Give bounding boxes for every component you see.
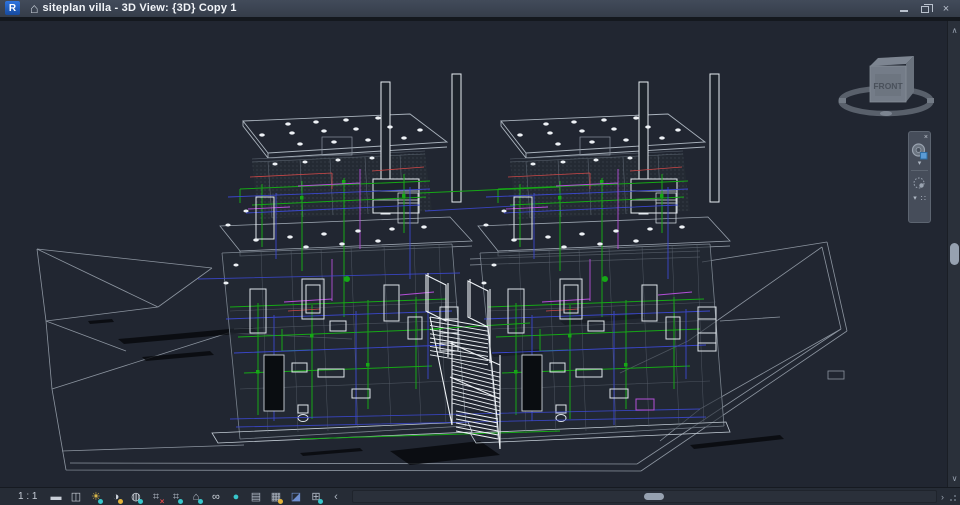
navigation-bar-divider bbox=[911, 170, 928, 171]
crop-view-icon[interactable]: ⌗ × bbox=[147, 489, 165, 505]
steering-wheel-dropdown[interactable]: ▾ bbox=[918, 160, 922, 167]
scroll-up-arrow[interactable]: ∧ bbox=[948, 23, 960, 37]
viewcube-front-label: FRONT bbox=[873, 81, 903, 91]
horizontal-scrollbar-thumb[interactable] bbox=[644, 493, 665, 500]
minimize-icon bbox=[900, 10, 908, 12]
villa-unit-right bbox=[469, 73, 731, 444]
detail-level-icon-glyph: ▬ bbox=[50, 490, 62, 503]
temporary-hide-isolate-icon-glyph: ∞ bbox=[212, 490, 220, 503]
reveal-hidden-elements-icon[interactable]: ● bbox=[227, 489, 244, 505]
zoom-icon bbox=[913, 177, 924, 189]
view-scale-label[interactable]: 1 : 1 bbox=[18, 491, 37, 502]
restore-button[interactable] bbox=[919, 3, 933, 15]
reveal-constraints-icon-accent-dot bbox=[318, 498, 324, 504]
sun-path-icon-accent-dot bbox=[98, 498, 104, 504]
sun-path-icon[interactable]: ☀ bbox=[87, 489, 104, 505]
show-crop-region-icon[interactable]: ⌗ bbox=[167, 489, 184, 505]
navigation-bar-close-icon[interactable]: × bbox=[924, 134, 928, 141]
zoom-dropdown[interactable]: ▾ bbox=[913, 195, 917, 202]
viewcube-right-face[interactable] bbox=[906, 56, 914, 102]
show-crop-region-icon-accent-dot bbox=[178, 498, 184, 504]
show-rendering-dialog-icon[interactable]: ◍ bbox=[127, 489, 144, 505]
main-area: FRONT × ▾ ▾ ∷ ∧ ∨ bbox=[0, 21, 960, 487]
villa-unit-left bbox=[211, 73, 473, 444]
reveal-hidden-elements-icon-glyph: ● bbox=[232, 490, 240, 503]
minimize-button[interactable] bbox=[898, 3, 910, 15]
3d-viewport-canvas[interactable]: FRONT × ▾ ▾ ∷ bbox=[0, 21, 947, 487]
title-bar: R ⌂ siteplan villa - 3D View: {3D} Copy … bbox=[0, 0, 960, 17]
window-controls: × bbox=[898, 3, 956, 15]
steering-wheel-button[interactable] bbox=[910, 141, 929, 161]
navigation-bar[interactable]: × ▾ ▾ ∷ bbox=[908, 131, 931, 223]
scroll-right-arrow[interactable]: › bbox=[941, 492, 944, 502]
wireframe-scene: FRONT bbox=[36, 56, 934, 472]
temporary-view-properties-icon-glyph: ▤ bbox=[250, 490, 262, 503]
displacement-sets-icon[interactable]: ◪ bbox=[287, 489, 304, 505]
app-button-icon[interactable]: R bbox=[5, 1, 20, 15]
unlocked-3d-view-icon[interactable]: ⌂ bbox=[187, 489, 204, 505]
unlocked-3d-view-icon-accent-dot bbox=[198, 498, 204, 504]
vertical-scrollbar[interactable]: ∧ ∨ bbox=[947, 21, 960, 487]
view-control-bar-icons: ▬ ◫ ☀ ◑ ◍ ⌗ × ⌗ ⌂ ∞ ● ▤ ▦ ◪ ⊞ ‹ bbox=[47, 489, 344, 505]
restore-icon bbox=[921, 4, 933, 13]
revit-window: R ⌂ siteplan villa - 3D View: {3D} Copy … bbox=[0, 0, 960, 505]
vertical-scrollbar-thumb[interactable] bbox=[950, 243, 959, 265]
navigation-bar-options-icon[interactable]: ∷ bbox=[921, 195, 926, 203]
crop-view-icon-overlay: × bbox=[159, 496, 165, 505]
close-button[interactable]: × bbox=[940, 3, 952, 15]
shadows-icon[interactable]: ◑ bbox=[107, 489, 124, 505]
displacement-sets-icon-glyph: ◪ bbox=[290, 490, 302, 503]
temporary-hide-isolate-icon[interactable]: ∞ bbox=[207, 489, 224, 505]
home-icon[interactable]: ⌂ bbox=[30, 1, 38, 15]
detail-level-icon[interactable]: ▬ bbox=[47, 489, 64, 505]
view-control-bar: 1 : 1 ▬ ◫ ☀ ◑ ◍ ⌗ × ⌗ ⌂ ∞ ● ▤ ▦ ◪ ⊞ ‹ › bbox=[0, 487, 960, 505]
viewcube[interactable]: FRONT bbox=[838, 56, 934, 117]
show-rendering-dialog-icon-accent-dot bbox=[138, 498, 144, 504]
analytical-model-icon-accent-dot bbox=[278, 498, 284, 504]
analytical-model-icon[interactable]: ▦ bbox=[267, 489, 284, 505]
visual-style-icon-glyph: ◫ bbox=[70, 490, 82, 503]
window-resize-grip[interactable] bbox=[948, 493, 956, 501]
window-title: siteplan villa - 3D View: {3D} Copy 1 bbox=[42, 2, 237, 14]
reveal-constraints-icon[interactable]: ⊞ bbox=[307, 489, 324, 505]
view-bar-collapse-chevron-glyph: ‹ bbox=[334, 490, 338, 503]
crop-view-icon-glyph: ⌗ bbox=[152, 490, 160, 503]
view-bar-collapse-chevron[interactable]: ‹ bbox=[327, 489, 344, 505]
visual-style-icon[interactable]: ◫ bbox=[67, 489, 84, 505]
shadows-icon-accent-dot bbox=[118, 498, 124, 504]
temporary-view-properties-icon[interactable]: ▤ bbox=[247, 489, 264, 505]
scroll-down-arrow[interactable]: ∨ bbox=[948, 471, 960, 485]
steering-wheel-icon bbox=[911, 142, 928, 159]
horizontal-scrollbar[interactable] bbox=[352, 490, 937, 503]
zoom-button[interactable] bbox=[910, 174, 929, 194]
